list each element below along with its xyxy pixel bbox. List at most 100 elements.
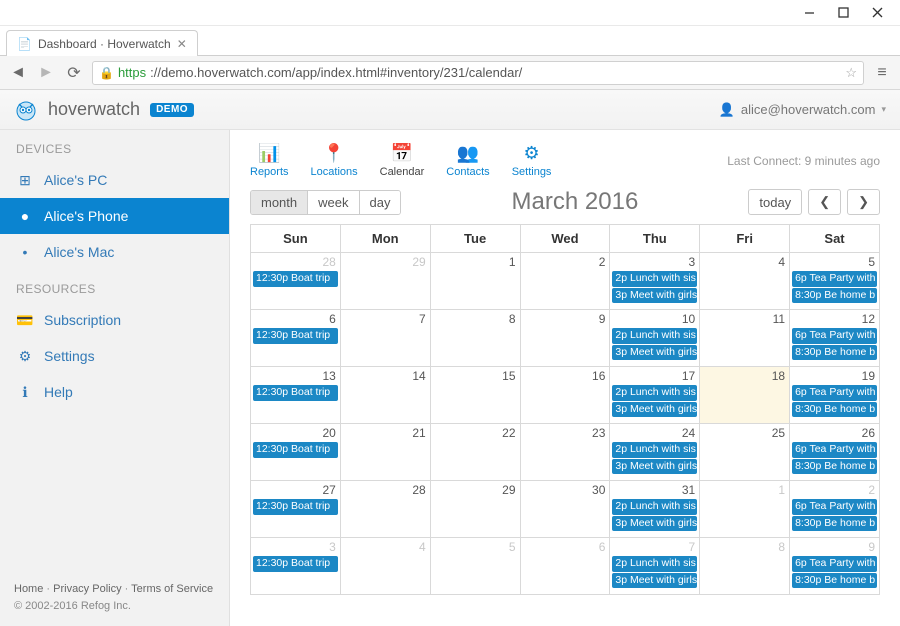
calendar-event[interactable]: 3p Meet with girls — [612, 402, 697, 418]
back-button[interactable]: ◄ — [8, 64, 28, 82]
calendar-cell[interactable]: 21 — [340, 424, 430, 481]
calendar-event[interactable]: 6p Tea Party with — [792, 328, 877, 344]
bookmark-star-icon[interactable]: ☆ — [845, 65, 857, 81]
calendar-cell[interactable]: 8 — [430, 310, 520, 367]
calendar-cell[interactable]: 22 — [430, 424, 520, 481]
calendar-cell[interactable]: 72p Lunch with sis3p Meet with girls — [610, 538, 700, 595]
calendar-cell[interactable]: 29 — [430, 481, 520, 538]
footer-link[interactable]: Home — [14, 583, 43, 595]
calendar-event[interactable]: 6p Tea Party with — [792, 442, 877, 458]
calendar-event[interactable]: 8:30p Be home b — [792, 288, 877, 304]
forward-button[interactable]: ► — [36, 64, 56, 82]
calendar-cell[interactable]: 15 — [430, 367, 520, 424]
sidebar-item[interactable]: ℹHelp — [0, 374, 229, 410]
address-bar[interactable]: 🔒 https://demo.hoverwatch.com/app/index.… — [92, 61, 864, 85]
footer-link[interactable]: Terms of Service — [131, 583, 213, 595]
calendar-cell[interactable]: 312:30p Boat trip — [251, 538, 341, 595]
calendar-cell[interactable]: 26p Tea Party with8:30p Be home b — [790, 481, 880, 538]
nav-calendar[interactable]: 📅Calendar — [380, 144, 425, 178]
close-button[interactable] — [860, 3, 894, 23]
calendar-event[interactable]: 3p Meet with girls — [612, 288, 697, 304]
nav-settings[interactable]: ⚙Settings — [512, 144, 552, 178]
calendar-event[interactable]: 3p Meet with girls — [612, 459, 697, 475]
calendar-cell[interactable]: 96p Tea Party with8:30p Be home b — [790, 538, 880, 595]
calendar-cell[interactable]: 28 — [340, 481, 430, 538]
calendar-event[interactable]: 12:30p Boat trip — [253, 385, 338, 401]
calendar-event[interactable]: 2p Lunch with sis — [612, 556, 697, 572]
browser-tab[interactable]: 📄 Dashboard · Hoverwatch ✕ — [6, 30, 198, 56]
view-week-button[interactable]: week — [308, 191, 359, 214]
calendar-cell[interactable]: 29 — [340, 253, 430, 310]
calendar-cell[interactable]: 25 — [700, 424, 790, 481]
next-button[interactable]: ❯ — [847, 189, 880, 215]
calendar-event[interactable]: 12:30p Boat trip — [253, 499, 338, 515]
calendar-event[interactable]: 8:30p Be home b — [792, 345, 877, 361]
calendar-cell[interactable]: 312p Lunch with sis3p Meet with girls — [610, 481, 700, 538]
view-day-button[interactable]: day — [360, 191, 401, 214]
calendar-cell[interactable]: 11 — [700, 310, 790, 367]
calendar-event[interactable]: 12:30p Boat trip — [253, 328, 338, 344]
calendar-cell[interactable]: 242p Lunch with sis3p Meet with girls — [610, 424, 700, 481]
calendar-event[interactable]: 3p Meet with girls — [612, 516, 697, 532]
calendar-event[interactable]: 12:30p Boat trip — [253, 271, 338, 287]
calendar-cell[interactable]: 32p Lunch with sis3p Meet with girls — [610, 253, 700, 310]
calendar-event[interactable]: 12:30p Boat trip — [253, 442, 338, 458]
tab-close-icon[interactable]: ✕ — [177, 37, 187, 51]
calendar-cell[interactable]: 5 — [430, 538, 520, 595]
sidebar-item[interactable]: ⊞Alice's PC — [0, 162, 229, 198]
calendar-event[interactable]: 3p Meet with girls — [612, 345, 697, 361]
calendar-event[interactable]: 8:30p Be home b — [792, 459, 877, 475]
nav-reports[interactable]: 📊Reports — [250, 144, 289, 178]
sidebar-item[interactable]: ●Alice's Phone — [0, 198, 229, 234]
calendar-cell[interactable]: 1 — [700, 481, 790, 538]
calendar-event[interactable]: 12:30p Boat trip — [253, 556, 338, 572]
view-month-button[interactable]: month — [251, 191, 308, 214]
sidebar-item[interactable]: •Alice's Mac — [0, 234, 229, 270]
footer-link[interactable]: Privacy Policy — [53, 583, 121, 595]
calendar-cell[interactable]: 4 — [340, 538, 430, 595]
reload-button[interactable]: ⟳ — [64, 63, 84, 83]
calendar-cell[interactable]: 6 — [520, 538, 610, 595]
sidebar-item[interactable]: 💳Subscription — [0, 302, 229, 338]
calendar-cell[interactable]: 56p Tea Party with8:30p Be home b — [790, 253, 880, 310]
calendar-cell[interactable]: 14 — [340, 367, 430, 424]
calendar-cell[interactable]: 612:30p Boat trip — [251, 310, 341, 367]
calendar-event[interactable]: 2p Lunch with sis — [612, 271, 697, 287]
prev-button[interactable]: ❮ — [808, 189, 841, 215]
calendar-event[interactable]: 2p Lunch with sis — [612, 385, 697, 401]
minimize-button[interactable] — [792, 3, 826, 23]
calendar-cell[interactable]: 172p Lunch with sis3p Meet with girls — [610, 367, 700, 424]
sidebar-item[interactable]: ⚙Settings — [0, 338, 229, 374]
calendar-event[interactable]: 3p Meet with girls — [612, 573, 697, 589]
calendar-cell[interactable]: 23 — [520, 424, 610, 481]
calendar-event[interactable]: 6p Tea Party with — [792, 499, 877, 515]
calendar-cell[interactable]: 16 — [520, 367, 610, 424]
calendar-cell[interactable]: 266p Tea Party with8:30p Be home b — [790, 424, 880, 481]
calendar-cell[interactable]: 4 — [700, 253, 790, 310]
calendar-event[interactable]: 8:30p Be home b — [792, 516, 877, 532]
calendar-cell[interactable]: 1312:30p Boat trip — [251, 367, 341, 424]
calendar-cell[interactable]: 30 — [520, 481, 610, 538]
user-menu[interactable]: 👤 alice@hoverwatch.com ▾ — [719, 102, 886, 118]
calendar-event[interactable]: 6p Tea Party with — [792, 385, 877, 401]
calendar-event[interactable]: 2p Lunch with sis — [612, 499, 697, 515]
calendar-cell[interactable]: 2012:30p Boat trip — [251, 424, 341, 481]
nav-locations[interactable]: 📍Locations — [311, 144, 358, 178]
calendar-event[interactable]: 6p Tea Party with — [792, 556, 877, 572]
calendar-cell[interactable]: 8 — [700, 538, 790, 595]
maximize-button[interactable] — [826, 3, 860, 23]
calendar-cell[interactable]: 2712:30p Boat trip — [251, 481, 341, 538]
today-button[interactable]: today — [748, 189, 802, 215]
browser-menu-button[interactable]: ≡ — [872, 64, 892, 82]
calendar-cell[interactable]: 2 — [520, 253, 610, 310]
calendar-event[interactable]: 8:30p Be home b — [792, 402, 877, 418]
calendar-event[interactable]: 2p Lunch with sis — [612, 442, 697, 458]
calendar-cell[interactable]: 7 — [340, 310, 430, 367]
calendar-cell[interactable]: 2812:30p Boat trip — [251, 253, 341, 310]
calendar-cell[interactable]: 126p Tea Party with8:30p Be home b — [790, 310, 880, 367]
calendar-event[interactable]: 8:30p Be home b — [792, 573, 877, 589]
calendar-cell[interactable]: 196p Tea Party with8:30p Be home b — [790, 367, 880, 424]
calendar-event[interactable]: 6p Tea Party with — [792, 271, 877, 287]
calendar-cell[interactable]: 18 — [700, 367, 790, 424]
calendar-event[interactable]: 2p Lunch with sis — [612, 328, 697, 344]
